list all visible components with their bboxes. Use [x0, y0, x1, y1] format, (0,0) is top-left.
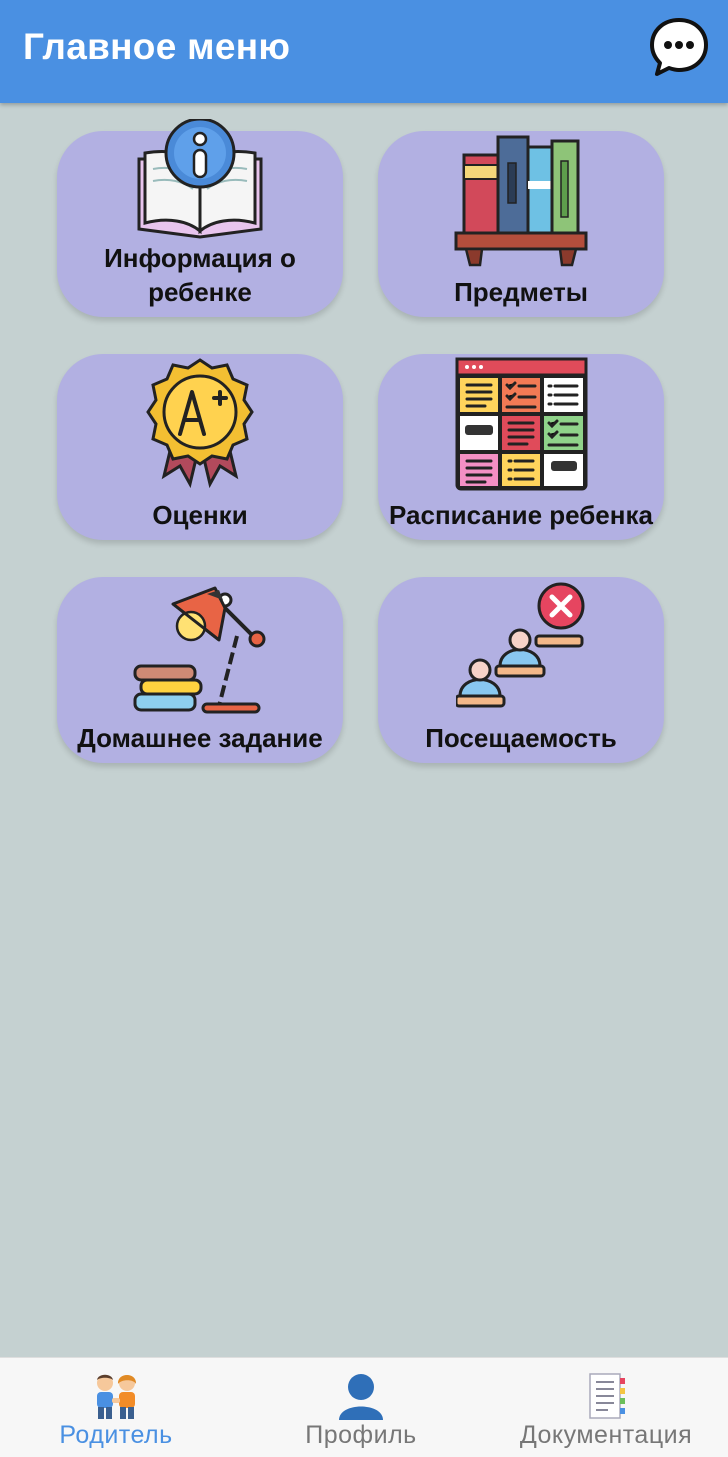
tab-documentation[interactable]: Документация [500, 1358, 712, 1457]
tab-label: Родитель [59, 1421, 173, 1449]
grade-badge-icon [146, 358, 254, 489]
info-book-icon [137, 119, 263, 239]
tile-label: Домашнее задание [77, 723, 323, 753]
bookshelf-icon [454, 135, 588, 267]
attendance-icon [456, 582, 585, 708]
menu-tile-subjects[interactable]: Предметы [378, 131, 664, 317]
tile-label: Информация о ребенке [104, 243, 296, 307]
profile-icon [339, 1374, 383, 1420]
schedule-grid-icon [455, 357, 588, 491]
tile-label: Расписание ребенка [389, 500, 653, 530]
menu-tile-child-info[interactable]: Информация о ребенке [57, 119, 343, 317]
tab-profile[interactable]: Профиль [246, 1358, 476, 1457]
menu-tile-schedule[interactable]: Расписание ребенка [378, 354, 664, 540]
tab-label: Профиль [305, 1421, 417, 1449]
chat-bubble-ellipsis-icon [650, 18, 708, 76]
menu-tile-homework[interactable]: Домашнее задание [57, 577, 343, 763]
menu-tile-attendance[interactable]: Посещаемость [378, 577, 664, 763]
tile-label: Предметы [454, 277, 588, 307]
documents-icon [589, 1373, 625, 1419]
tile-label: Оценки [152, 500, 248, 530]
app-header: Главное меню [0, 0, 728, 103]
parents-icon [97, 1374, 137, 1419]
tab-parent[interactable]: Родитель [0, 1358, 232, 1457]
desk-lamp-books-icon [133, 586, 266, 714]
tab-label: Документация [519, 1421, 693, 1449]
menu-tile-grades[interactable]: Оценки [57, 354, 343, 540]
page-title: Главное меню [23, 26, 291, 67]
tile-label: Посещаемость [425, 723, 617, 753]
bottom-tab-bar: Родитель Профиль Документация [0, 1357, 728, 1457]
chat-button[interactable] [648, 16, 710, 78]
